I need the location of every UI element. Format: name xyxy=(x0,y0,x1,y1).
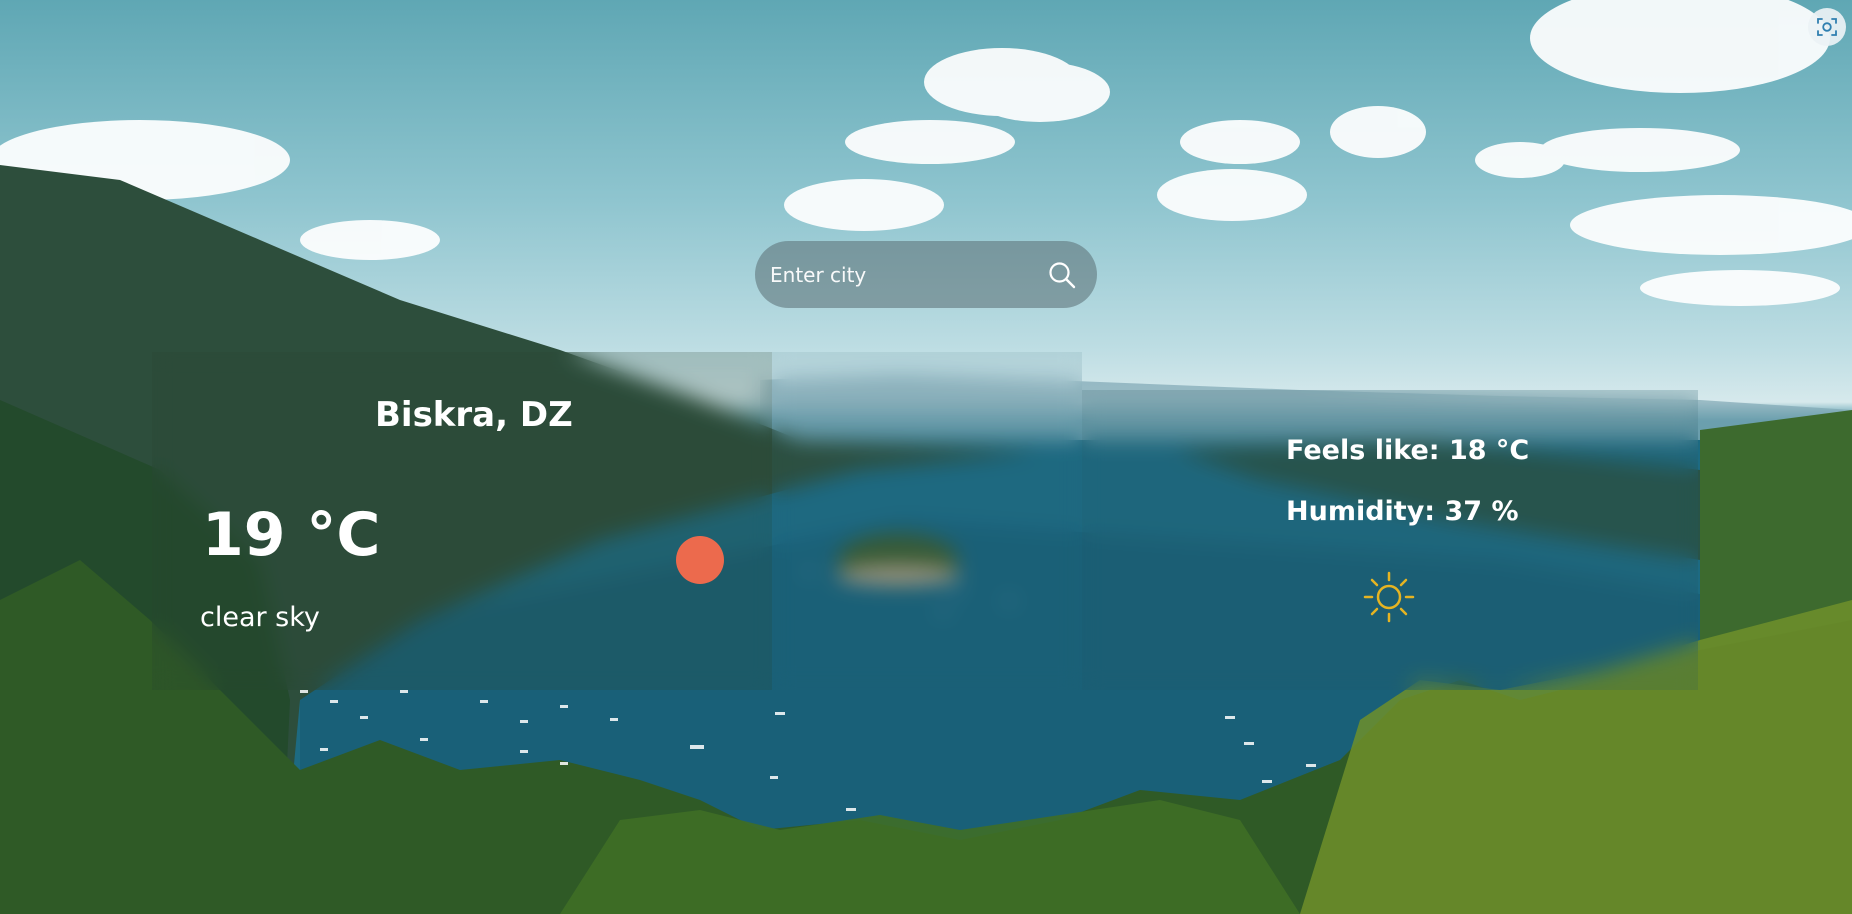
search-input[interactable] xyxy=(770,254,1045,295)
search-button[interactable] xyxy=(1045,258,1079,292)
screen-capture-icon xyxy=(1817,18,1837,36)
temperature-value: 19 °C xyxy=(202,500,381,570)
app-root: Biskra, DZ 19 °C clear sky Feels like: 1… xyxy=(0,0,1852,914)
humidity-value: Humidity: 37 % xyxy=(1286,496,1519,527)
weather-description: clear sky xyxy=(200,602,320,633)
search-bar xyxy=(755,241,1097,308)
search-icon xyxy=(1049,261,1076,288)
indicator-dot xyxy=(676,536,724,584)
feels-like-value: Feels like: 18 °C xyxy=(1286,435,1530,466)
sun-icon xyxy=(1363,571,1415,623)
city-name: Biskra, DZ xyxy=(375,395,573,435)
screen-capture-button[interactable] xyxy=(1808,8,1846,46)
weather-center-panel xyxy=(772,352,1082,690)
